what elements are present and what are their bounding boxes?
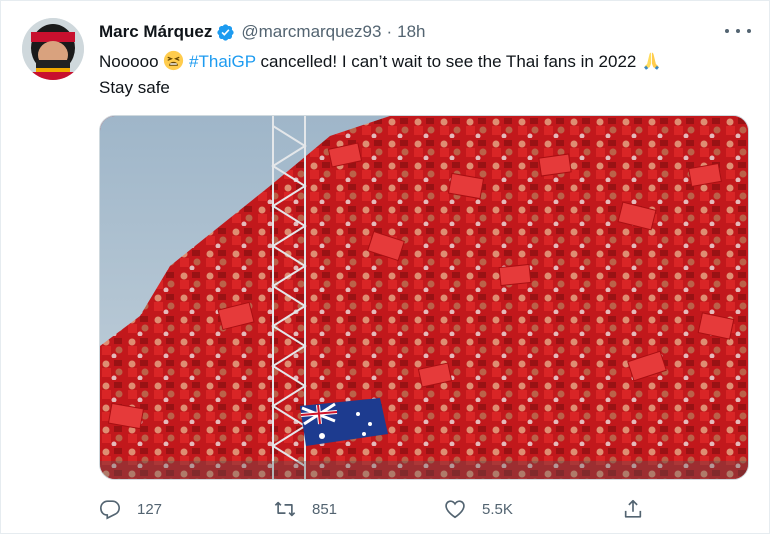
tweet-text-part2: cancelled! I can’t wait to see the Thai … [260, 52, 637, 71]
tweet-header: Marc Márquez @marcmarquez93 · 18h [99, 21, 426, 43]
crowd-photo-icon [100, 116, 748, 479]
reply-count: 127 [137, 500, 163, 518]
share-button[interactable] [622, 496, 644, 522]
tweet-text-line2: Stay safe [99, 78, 170, 97]
tired-face-emoji-icon [163, 50, 184, 71]
retweet-count: 851 [312, 500, 338, 518]
separator-dot: · [386, 22, 393, 41]
more-options-icon[interactable] [725, 21, 751, 41]
action-bar: 127 851 5.5K [99, 496, 659, 522]
avatar[interactable] [22, 18, 84, 80]
like-button[interactable]: 5.5K [444, 496, 513, 522]
tweet-card[interactable]: Marc Márquez @marcmarquez93 · 18h Nooooo… [0, 0, 770, 534]
verified-badge-icon [216, 23, 235, 42]
share-icon [622, 498, 644, 520]
retweet-button[interactable]: 851 [274, 496, 337, 522]
tweet-timestamp[interactable]: 18h [397, 22, 425, 42]
like-count: 5.5K [482, 500, 513, 518]
hashtag-link[interactable]: #ThaiGP [189, 52, 256, 71]
heart-icon [444, 498, 466, 520]
folded-hands-emoji-icon [641, 50, 662, 71]
tweet-text-part1: Nooooo [99, 52, 159, 71]
reply-icon [99, 498, 121, 520]
retweet-icon [274, 498, 296, 520]
author-handle[interactable]: @marcmarquez93 [241, 22, 381, 42]
tweet-photo[interactable] [99, 115, 749, 480]
tweet-text: Nooooo #ThaiGP cancelled! I can’t wait t… [99, 49, 749, 101]
author-name[interactable]: Marc Márquez [99, 22, 212, 42]
reply-button[interactable]: 127 [99, 496, 162, 522]
